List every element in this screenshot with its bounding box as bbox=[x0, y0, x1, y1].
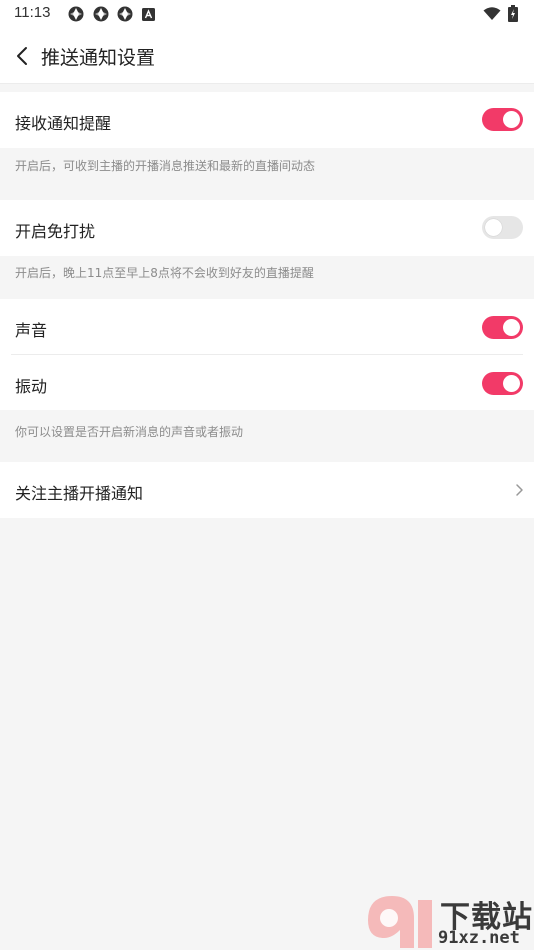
watermark-url: 91xz.net bbox=[438, 928, 520, 948]
title-bar: 推送通知设置 bbox=[0, 28, 534, 84]
wifi-icon bbox=[483, 7, 501, 20]
status-time: 11:13 bbox=[14, 4, 51, 21]
sound-toggle[interactable] bbox=[482, 316, 523, 339]
back-arrow-icon bbox=[17, 47, 27, 65]
status-bar: 11:13 bbox=[0, 0, 534, 28]
follow-anchor-row[interactable]: 关注主播开播通知 bbox=[0, 462, 534, 518]
sound-vibrate-hint: 你可以设置是否开启新消息的声音或者振动 bbox=[15, 425, 244, 439]
dnd-row: 开启免打扰 bbox=[0, 200, 534, 256]
dnd-toggle[interactable] bbox=[482, 216, 523, 239]
receive-notify-toggle[interactable] bbox=[482, 108, 523, 131]
receive-notify-row: 接收通知提醒 bbox=[0, 92, 534, 148]
vibrate-toggle[interactable] bbox=[482, 372, 523, 395]
notification-icon bbox=[142, 8, 155, 21]
follow-anchor-label: 关注主播开播通知 bbox=[15, 484, 144, 503]
toggle-knob bbox=[485, 219, 502, 236]
back-button[interactable] bbox=[6, 40, 38, 72]
app-icon bbox=[68, 6, 84, 22]
app-icon bbox=[117, 6, 133, 22]
sound-row: 声音 bbox=[0, 299, 534, 355]
toggle-knob bbox=[503, 111, 520, 128]
vibrate-row: 振动 bbox=[0, 355, 534, 410]
toggle-knob bbox=[503, 375, 520, 392]
battery-icon bbox=[508, 5, 518, 22]
vibrate-label: 振动 bbox=[15, 377, 48, 396]
receive-notify-hint: 开启后，可收到主播的开播消息推送和最新的直播间动态 bbox=[15, 159, 316, 173]
sound-label: 声音 bbox=[15, 321, 48, 340]
toggle-knob bbox=[503, 319, 520, 336]
page-title: 推送通知设置 bbox=[41, 47, 156, 69]
app-icon bbox=[93, 6, 109, 22]
chevron-right-icon bbox=[516, 484, 523, 496]
dnd-hint: 开启后，晚上11点至早上8点将不会收到好友的直播提醒 bbox=[15, 266, 314, 280]
dnd-label: 开启免打扰 bbox=[15, 222, 96, 241]
receive-notify-label: 接收通知提醒 bbox=[15, 114, 112, 133]
